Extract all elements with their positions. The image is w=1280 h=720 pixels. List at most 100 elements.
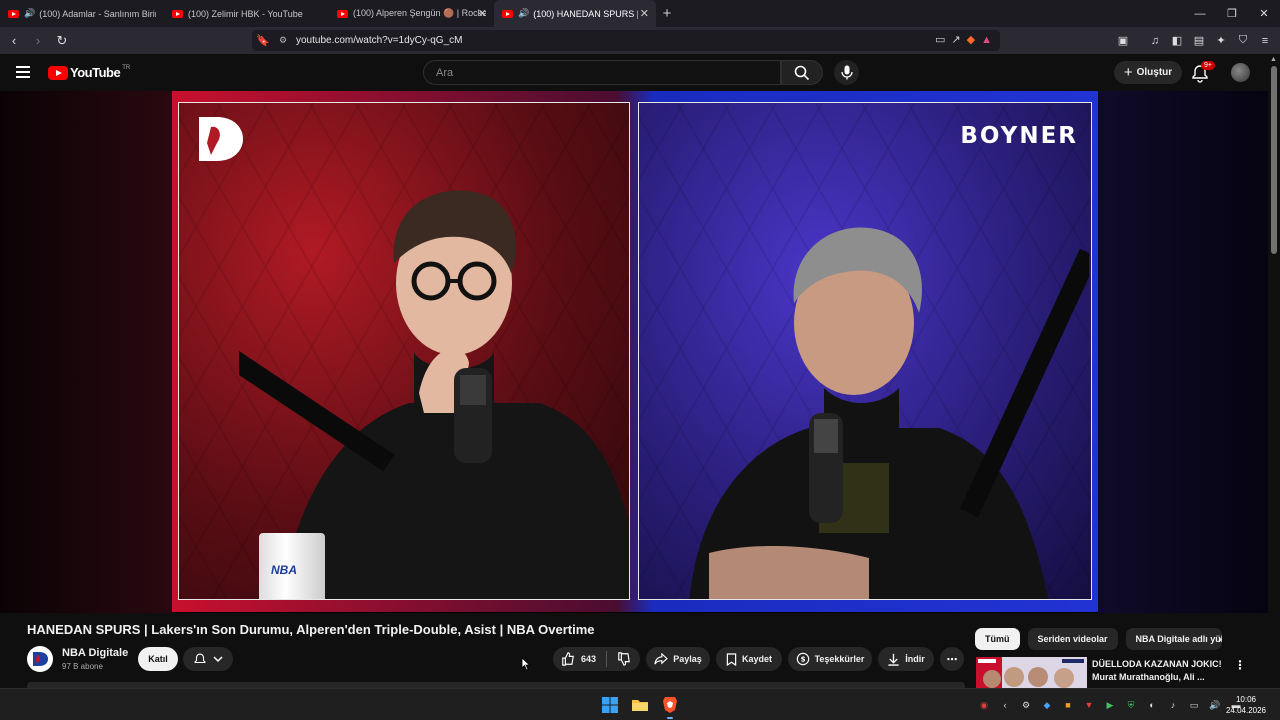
leo-ai-icon[interactable]: ✦ bbox=[1212, 32, 1230, 50]
taskbar-clock[interactable]: 10:06 24.04.2026 bbox=[1222, 694, 1270, 716]
recommendation-title-line2: Murat Murathanoğlu, Ali ... bbox=[1092, 672, 1205, 682]
more-horizontal-icon: ⋯ bbox=[946, 653, 958, 666]
share-page-icon[interactable]: ↗ bbox=[951, 33, 960, 46]
vpn-shield-icon[interactable]: ⛉ bbox=[1234, 32, 1252, 50]
chip-channel-uploads[interactable]: NBA Digitale adlı yük bbox=[1125, 628, 1222, 650]
create-button-label: Oluştur bbox=[1136, 67, 1173, 78]
forward-button[interactable]: › bbox=[28, 31, 48, 51]
voice-search-button[interactable] bbox=[834, 60, 859, 85]
media-icon[interactable]: ♫ bbox=[1146, 32, 1164, 50]
browser-toolbar: ‹ › ↻ 🔖 ⚙ youtube.com/watch?v=1dyCy-qG_c… bbox=[0, 27, 1280, 54]
browser-tab-active[interactable]: 🔊 (100) HANEDAN SPURS | Lakers ✕ bbox=[494, 0, 656, 27]
share-label: Paylaş bbox=[673, 654, 702, 664]
more-actions-button[interactable]: ⋯ bbox=[940, 647, 964, 671]
extensions-area: ▣ ♫ ◧ ▤ ✦ ⛉ ≡ bbox=[1114, 27, 1280, 54]
brave-shields-icon[interactable]: ◆ bbox=[967, 33, 975, 46]
create-button[interactable]: + Oluştur bbox=[1114, 61, 1182, 84]
thanks-button[interactable]: $ Teşekkürler bbox=[788, 647, 872, 671]
app-tray-icon[interactable]: ▼ bbox=[1081, 697, 1097, 713]
bluetooth-tray-icon[interactable]: ◆ bbox=[1039, 697, 1055, 713]
app-tray-icon[interactable]: ◐ bbox=[1144, 697, 1160, 713]
screen: 🔊 (100) Adamlar - Sanlınım Birine - (100… bbox=[0, 0, 1280, 720]
reload-button[interactable]: ↻ bbox=[52, 31, 72, 51]
youtube-favicon-icon bbox=[172, 9, 183, 18]
youtube-logo[interactable]: YouTube TR bbox=[48, 65, 130, 80]
clock-time: 10:06 bbox=[1235, 695, 1257, 704]
like-button[interactable]: 643 bbox=[553, 652, 606, 666]
chevron-down-icon bbox=[213, 656, 223, 663]
channel-avatar[interactable] bbox=[27, 646, 53, 672]
show-hidden-icons[interactable]: ‹ bbox=[997, 697, 1013, 713]
speaker-icon: 🔊 bbox=[24, 8, 36, 18]
dislike-button[interactable] bbox=[607, 652, 640, 666]
hamburger-menu-icon[interactable] bbox=[16, 66, 30, 78]
youtube-favicon-icon bbox=[502, 9, 513, 18]
video-player[interactable]: NBA BOYNER bbox=[0, 91, 1268, 613]
recommendation-thumbnail[interactable] bbox=[976, 657, 1087, 688]
ambient-glow-right bbox=[1098, 91, 1268, 613]
start-button[interactable] bbox=[598, 693, 622, 717]
security-tray-icon[interactable]: ⛨ bbox=[1123, 697, 1139, 713]
app-tray-icon[interactable]: ◉ bbox=[976, 697, 992, 713]
plus-icon: + bbox=[1123, 64, 1133, 81]
nba-digitale-d-logo-icon bbox=[199, 117, 243, 161]
video-title: HANEDAN SPURS | Lakers'ın Son Durumu, Al… bbox=[27, 622, 595, 637]
chip-series-videos[interactable]: Seriden videolar bbox=[1027, 628, 1118, 650]
cast-icon[interactable]: ▭ bbox=[935, 33, 945, 46]
menu-icon[interactable]: ≡ bbox=[1256, 32, 1274, 50]
new-tab-button[interactable]: + bbox=[656, 5, 678, 22]
bookmark-icon[interactable]: 🔖 bbox=[252, 34, 274, 47]
youtube-favicon-icon bbox=[337, 9, 348, 18]
back-button[interactable]: ‹ bbox=[4, 31, 24, 51]
share-button[interactable]: Paylaş bbox=[646, 647, 710, 671]
close-window-icon[interactable]: ✕ bbox=[1248, 0, 1280, 27]
save-label: Kaydet bbox=[741, 654, 772, 664]
close-tab-icon[interactable]: ✕ bbox=[640, 7, 649, 20]
join-button[interactable]: Katıl bbox=[138, 647, 178, 671]
clock-date: 24.04.2026 bbox=[1225, 706, 1267, 715]
like-dislike-group: 643 bbox=[553, 647, 640, 671]
youtube-play-logo-icon bbox=[48, 65, 68, 80]
network-icon[interactable]: ▭ bbox=[1186, 697, 1202, 713]
wallet-icon[interactable]: ▤ bbox=[1190, 32, 1208, 50]
scrollbar-thumb[interactable] bbox=[1271, 66, 1277, 254]
save-button[interactable]: Kaydet bbox=[716, 647, 782, 671]
recommendation-title-line1: DÜELLODA KAZANAN JOKIC! bbox=[1092, 659, 1222, 669]
recommendation-title[interactable]: DÜELLODA KAZANAN JOKIC! Murat Murathanoğ… bbox=[1092, 658, 1224, 684]
steam-tray-icon[interactable]: ⚙ bbox=[1018, 697, 1034, 713]
restore-icon[interactable]: ❐ bbox=[1216, 0, 1248, 27]
channel-name[interactable]: NBA Digitale bbox=[62, 647, 128, 659]
sidebar-panel-icon[interactable]: ▣ bbox=[1114, 32, 1132, 50]
app-tray-icon[interactable]: ■ bbox=[1060, 697, 1076, 713]
page-scrollbar[interactable]: ▲ bbox=[1268, 54, 1280, 688]
account-avatar[interactable] bbox=[1231, 63, 1250, 82]
file-explorer-button[interactable] bbox=[628, 693, 652, 717]
search-input[interactable] bbox=[424, 61, 780, 84]
browser-tab[interactable]: 🔊 (100) Adamlar - Sanlınım Birine - bbox=[0, 0, 164, 27]
close-tab-icon[interactable]: ✕ bbox=[478, 7, 487, 20]
browser-tab[interactable]: (100) Zelimir HBK - YouTube bbox=[164, 0, 329, 27]
site-info-icon[interactable]: ⚙ bbox=[274, 35, 292, 46]
brave-rewards-icon[interactable]: ▲ bbox=[981, 34, 992, 46]
scroll-up-icon[interactable]: ▲ bbox=[1270, 56, 1277, 63]
address-bar[interactable]: 🔖 ⚙ youtube.com/watch?v=1dyCy-qG_cM ▭ ↗ … bbox=[252, 30, 1000, 51]
ambient-glow-left bbox=[0, 91, 172, 613]
search-button[interactable] bbox=[781, 60, 823, 85]
notifications-badge: 9+ bbox=[1201, 61, 1215, 70]
svg-text:$: $ bbox=[800, 656, 805, 664]
browser-tab[interactable]: (100) Alperen Şengün 🟤 | Rockets ✕ bbox=[329, 0, 494, 27]
subscription-bell-button[interactable] bbox=[183, 647, 233, 671]
download-button[interactable]: İndir bbox=[878, 647, 934, 671]
browser-tab-strip: 🔊 (100) Adamlar - Sanlınım Birine - (100… bbox=[0, 0, 1280, 27]
sidebar-icon[interactable]: ◧ bbox=[1168, 32, 1186, 50]
brave-browser-button[interactable] bbox=[658, 693, 682, 719]
nba-digitale-logo-icon bbox=[33, 652, 48, 666]
microphone-tray-icon[interactable]: ♪ bbox=[1165, 697, 1181, 713]
minimize-icon[interactable]: — bbox=[1184, 0, 1216, 27]
chevron-right-icon[interactable]: › bbox=[1218, 632, 1222, 646]
url-text[interactable]: youtube.com/watch?v=1dyCy-qG_cM bbox=[296, 35, 462, 46]
more-vertical-icon[interactable]: ⋮ bbox=[1234, 658, 1246, 672]
chip-all[interactable]: Tümü bbox=[975, 628, 1020, 650]
volume-icon[interactable]: 🔊 bbox=[1207, 697, 1223, 713]
nvidia-tray-icon[interactable]: ▶ bbox=[1102, 697, 1118, 713]
